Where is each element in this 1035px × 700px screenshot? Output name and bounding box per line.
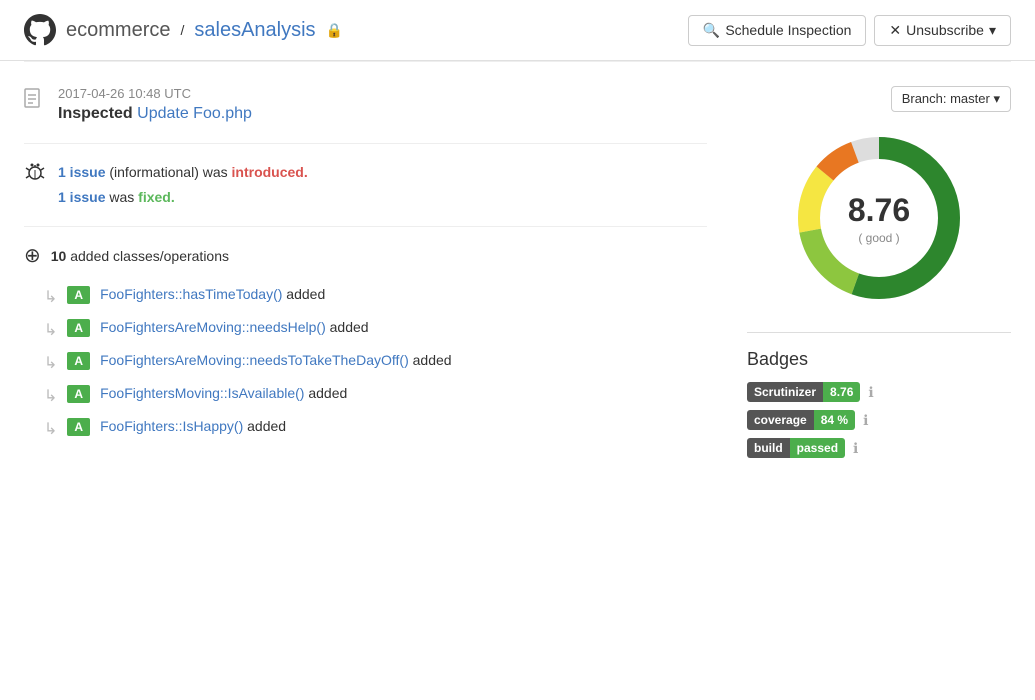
list-item: ↳ A FooFighters::hasTimeToday() added bbox=[24, 280, 707, 313]
schedule-inspection-button[interactable]: 🔍 Schedule Inspection bbox=[688, 15, 867, 46]
badge-a: A bbox=[67, 385, 90, 403]
class-link-2[interactable]: FooFightersAreMoving::needsHelp() added bbox=[100, 319, 368, 335]
header: ecommerce / salesAnalysis 🔒 🔍 Schedule I… bbox=[0, 0, 1035, 61]
badges-title: Badges bbox=[747, 349, 1011, 370]
class-link-3[interactable]: FooFightersAreMoving::needsToTakeTheDayO… bbox=[100, 352, 409, 368]
badge-row-build: build passed ℹ bbox=[747, 438, 1011, 458]
class-item-3-text: FooFightersAreMoving::needsToTakeTheDayO… bbox=[100, 352, 451, 368]
badge-a: A bbox=[67, 352, 90, 370]
badge-build-label: build bbox=[747, 438, 790, 458]
badge-a: A bbox=[67, 286, 90, 304]
info-icon-scrutinizer[interactable]: ℹ bbox=[868, 384, 873, 401]
issue-2-line: 1 issue was fixed. bbox=[58, 185, 308, 210]
issue-1-suffix: (informational) was bbox=[109, 164, 231, 180]
unsubscribe-button[interactable]: ✕ Unsubscribe ▾ bbox=[874, 15, 1011, 46]
issue-2-suffix: was bbox=[109, 189, 138, 205]
issue-lines: 1 issue (informational) was introduced. … bbox=[58, 160, 308, 210]
badge-build: build passed bbox=[747, 438, 845, 458]
file-icon bbox=[24, 88, 46, 120]
fixed-label: fixed. bbox=[138, 189, 175, 205]
badge-a: A bbox=[67, 418, 90, 436]
left-panel: 2017-04-26 10:48 UTC Inspected Update Fo… bbox=[24, 86, 731, 466]
class-link-4[interactable]: FooFightersMoving::IsAvailable() added bbox=[100, 385, 347, 401]
list-item: ↳ A FooFighters::IsHappy() added bbox=[24, 412, 707, 445]
plus-circle-icon: ⊕ bbox=[24, 243, 41, 268]
badge-scrutinizer-label: Scrutinizer bbox=[747, 382, 823, 402]
inspected-label: Inspected bbox=[58, 105, 133, 122]
repo-owner: ecommerce bbox=[66, 19, 170, 42]
issues-section: 1 issue (informational) was introduced. … bbox=[24, 143, 707, 226]
badges-section: Badges Scrutinizer 8.76 ℹ coverage 84 % … bbox=[747, 332, 1011, 458]
donut-score: 8.76 bbox=[848, 192, 910, 229]
badge-row-coverage: coverage 84 % ℹ bbox=[747, 410, 1011, 430]
github-icon bbox=[24, 14, 56, 46]
issue-1-line: 1 issue (informational) was introduced. bbox=[58, 160, 308, 185]
header-left: ecommerce / salesAnalysis 🔒 bbox=[24, 14, 343, 46]
badge-a: A bbox=[67, 319, 90, 337]
inspection-header: 2017-04-26 10:48 UTC Inspected Update Fo… bbox=[24, 86, 707, 123]
repo-name-link[interactable]: salesAnalysis bbox=[194, 19, 315, 42]
right-panel: Branch: master ▾ 8.76 ( bbox=[731, 86, 1011, 466]
donut-chart: 8.76 ( good ) bbox=[747, 128, 1011, 308]
arrow-icon: ↳ bbox=[44, 419, 57, 439]
donut-center: 8.76 ( good ) bbox=[848, 192, 910, 245]
classes-section: ⊕ 10 added classes/operations ↳ A FooFig… bbox=[24, 226, 707, 461]
badge-row-scrutinizer: Scrutinizer 8.76 ℹ bbox=[747, 382, 1011, 402]
badge-scrutinizer-value: 8.76 bbox=[823, 382, 860, 402]
classes-count: 10 added classes/operations bbox=[51, 248, 229, 264]
issue-2-count-link[interactable]: 1 issue bbox=[58, 189, 105, 205]
close-icon: ✕ bbox=[889, 22, 901, 39]
list-item: ↳ A FooFightersAreMoving::needsHelp() ad… bbox=[24, 313, 707, 346]
header-right: 🔍 Schedule Inspection ✕ Unsubscribe ▾ bbox=[688, 15, 1011, 46]
main-content: 2017-04-26 10:48 UTC Inspected Update Fo… bbox=[0, 62, 1035, 490]
chevron-down-icon: ▾ bbox=[989, 22, 996, 39]
schedule-inspection-label: Schedule Inspection bbox=[725, 22, 851, 38]
info-icon-coverage[interactable]: ℹ bbox=[863, 412, 868, 429]
branch-selector: Branch: master ▾ bbox=[747, 86, 1011, 112]
lock-icon: 🔒 bbox=[326, 22, 343, 39]
arrow-icon: ↳ bbox=[44, 287, 57, 307]
bug-icon bbox=[24, 160, 46, 188]
donut-label: ( good ) bbox=[858, 231, 899, 245]
chevron-down-icon: ▾ bbox=[993, 91, 1000, 106]
list-item: ↳ A FooFightersAreMoving::needsToTakeThe… bbox=[24, 346, 707, 379]
arrow-icon: ↳ bbox=[44, 386, 57, 406]
badge-coverage: coverage 84 % bbox=[747, 410, 855, 430]
branch-label: Branch: master bbox=[902, 91, 990, 106]
info-icon-build[interactable]: ℹ bbox=[853, 440, 858, 457]
list-item: ↳ A FooFightersMoving::IsAvailable() add… bbox=[24, 379, 707, 412]
arrow-icon: ↳ bbox=[44, 353, 57, 373]
badge-scrutinizer: Scrutinizer 8.76 bbox=[747, 382, 860, 402]
branch-selector-button[interactable]: Branch: master ▾ bbox=[891, 86, 1011, 112]
inspection-info: 2017-04-26 10:48 UTC Inspected Update Fo… bbox=[58, 86, 252, 123]
issue-1-count-link[interactable]: 1 issue bbox=[58, 164, 105, 180]
class-link-1[interactable]: FooFighters::hasTimeToday() added bbox=[100, 286, 325, 302]
arrow-icon: ↳ bbox=[44, 320, 57, 340]
class-link-5[interactable]: FooFighters::IsHappy() added bbox=[100, 418, 286, 434]
badge-build-value: passed bbox=[790, 438, 845, 458]
badge-coverage-label: coverage bbox=[747, 410, 814, 430]
repo-separator: / bbox=[180, 22, 184, 38]
badge-coverage-value: 84 % bbox=[814, 410, 855, 430]
introduced-label: introduced. bbox=[232, 164, 308, 180]
inspection-title: Inspected Update Foo.php bbox=[58, 105, 252, 123]
commit-link[interactable]: Update Foo.php bbox=[137, 105, 252, 122]
search-icon: 🔍 bbox=[703, 22, 720, 39]
inspection-timestamp: 2017-04-26 10:48 UTC bbox=[58, 86, 252, 101]
unsubscribe-label: Unsubscribe bbox=[906, 22, 984, 38]
classes-header: ⊕ 10 added classes/operations bbox=[24, 243, 707, 268]
